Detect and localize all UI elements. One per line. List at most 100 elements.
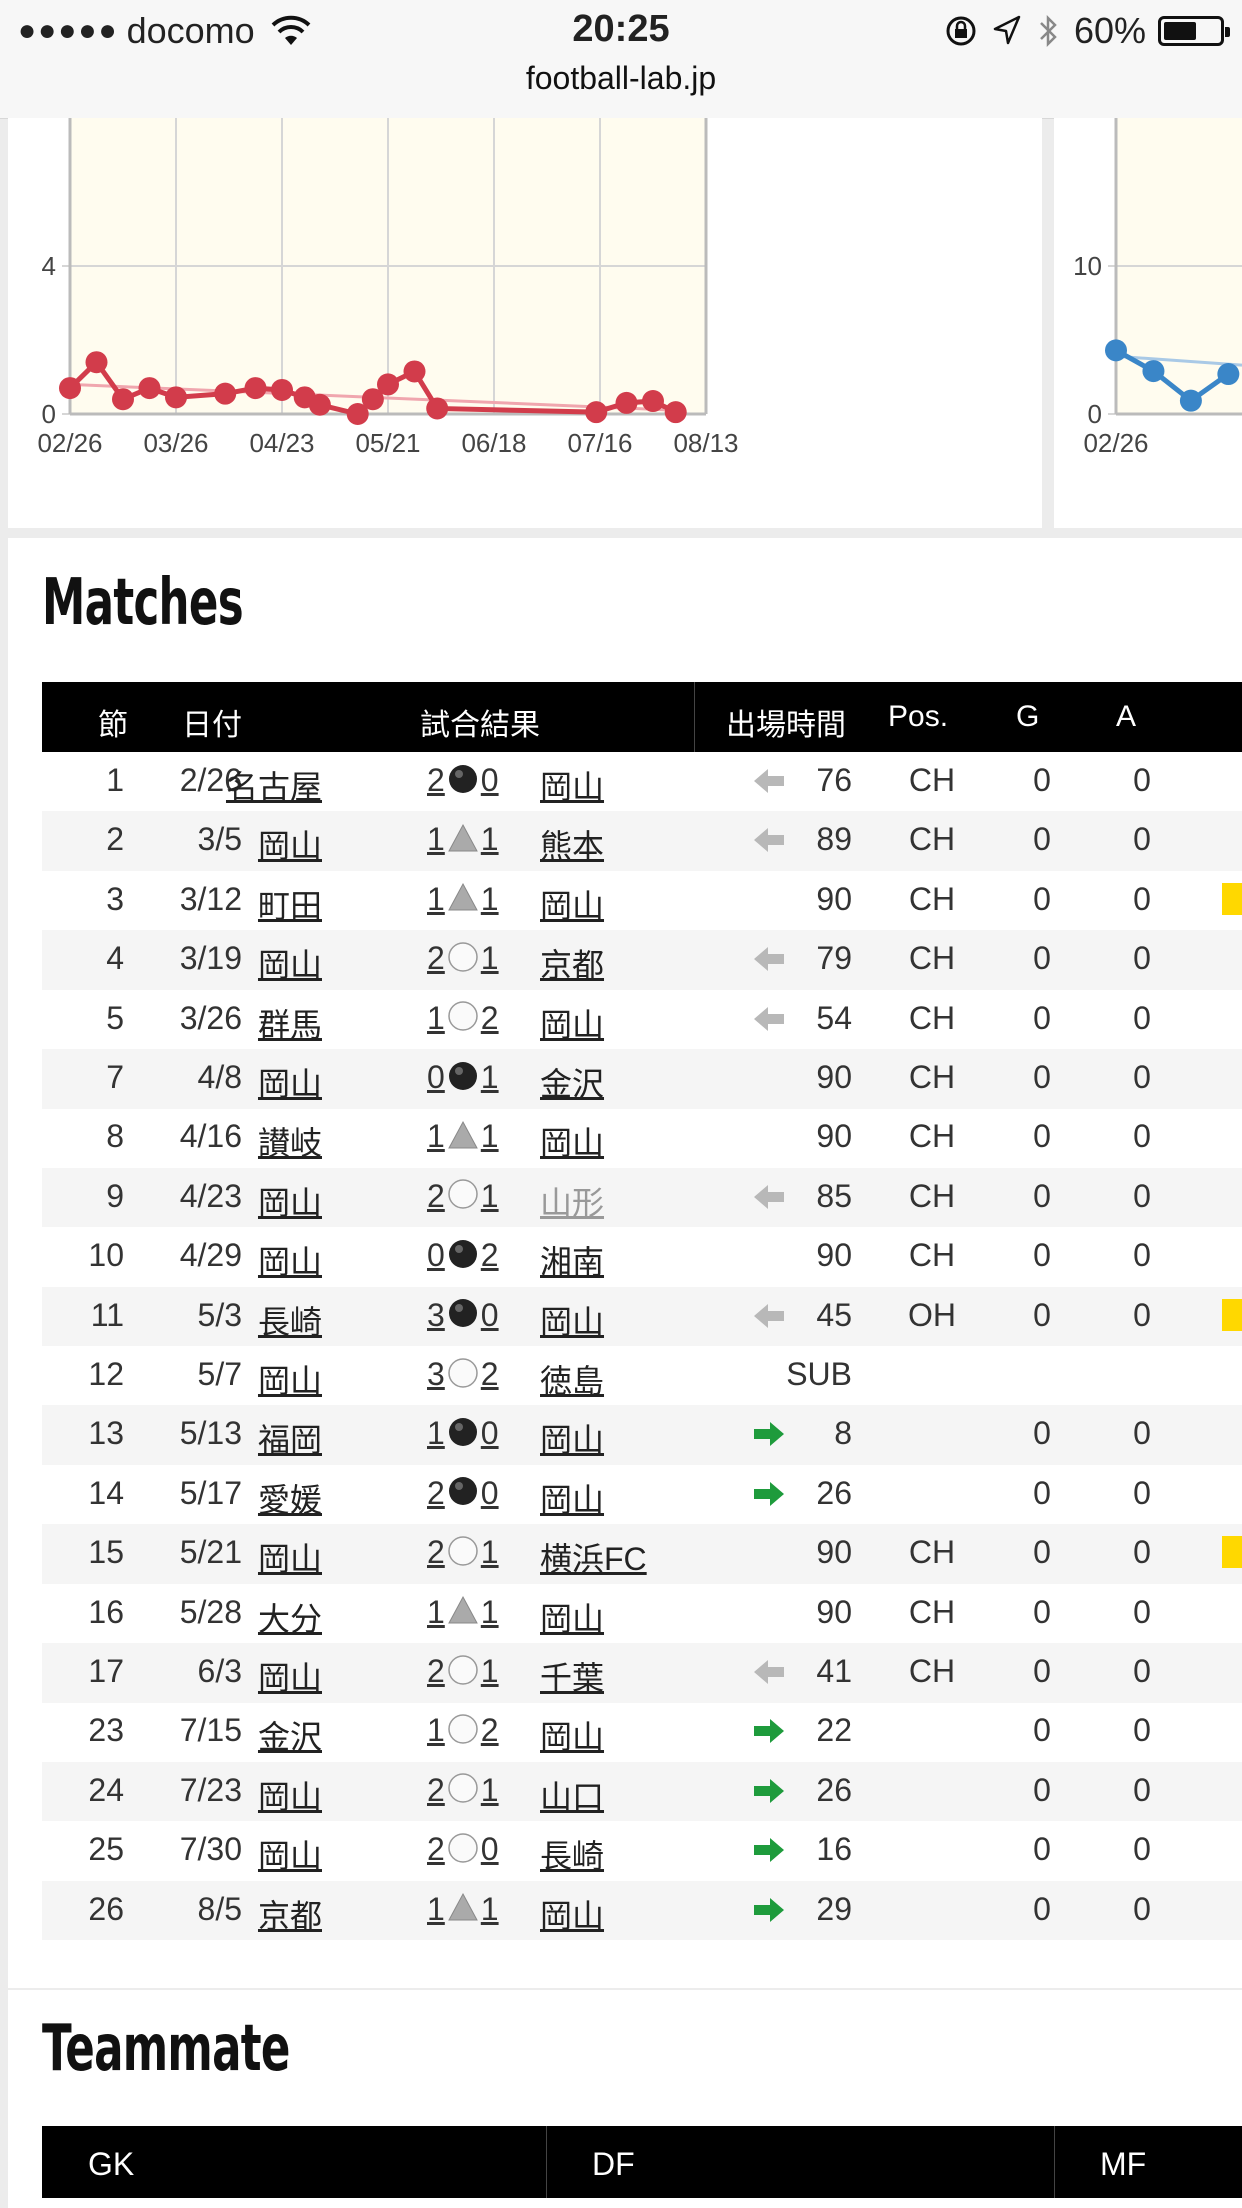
away-team-link[interactable]: 岡山 — [540, 1594, 604, 1640]
away-score[interactable]: 0 — [481, 1475, 499, 1511]
home-team-link[interactable]: 愛媛 — [182, 1475, 322, 1521]
score[interactable]: 20 — [427, 762, 527, 799]
score[interactable]: 20 — [427, 1831, 527, 1868]
away-score[interactable]: 1 — [481, 821, 499, 857]
home-score[interactable]: 2 — [427, 1831, 445, 1867]
home-team-link[interactable]: 岡山 — [182, 1059, 322, 1105]
away-score[interactable]: 1 — [481, 1534, 499, 1570]
home-score[interactable]: 2 — [427, 1772, 445, 1808]
score[interactable]: 21 — [427, 1653, 527, 1690]
away-team-link[interactable]: 山口 — [540, 1772, 604, 1818]
score[interactable]: 11 — [427, 1118, 527, 1155]
score[interactable]: 01 — [427, 1059, 527, 1096]
score[interactable]: 30 — [427, 1297, 527, 1334]
home-score[interactable]: 2 — [427, 1653, 445, 1689]
away-team-link[interactable]: 岡山 — [540, 1475, 604, 1521]
away-score[interactable]: 1 — [481, 940, 499, 976]
away-team-link[interactable]: 岡山 — [540, 1415, 604, 1461]
home-team-link[interactable]: 長崎 — [182, 1297, 322, 1343]
home-team-link[interactable]: 讃岐 — [182, 1118, 322, 1164]
home-team-link[interactable]: 岡山 — [182, 940, 322, 986]
score[interactable]: 10 — [427, 1415, 527, 1452]
score[interactable]: 11 — [427, 821, 527, 858]
away-team-link[interactable]: 岡山 — [540, 762, 604, 808]
away-team-link[interactable]: 山形 — [540, 1178, 604, 1224]
away-score[interactable]: 0 — [481, 1831, 499, 1867]
score[interactable]: 21 — [427, 1178, 527, 1215]
home-score[interactable]: 3 — [427, 1297, 445, 1333]
home-score[interactable]: 2 — [427, 1178, 445, 1214]
home-score[interactable]: 3 — [427, 1356, 445, 1392]
score[interactable]: 20 — [427, 1475, 527, 1512]
away-team-link[interactable]: 岡山 — [540, 1000, 604, 1046]
score[interactable]: 32 — [427, 1356, 527, 1393]
away-team-link[interactable]: 金沢 — [540, 1059, 604, 1105]
score[interactable]: 21 — [427, 1772, 527, 1809]
away-score[interactable]: 1 — [481, 1891, 499, 1927]
home-team-link[interactable]: 岡山 — [182, 1237, 322, 1283]
away-score[interactable]: 1 — [481, 1059, 499, 1095]
away-team-link[interactable]: 長崎 — [540, 1831, 604, 1877]
score[interactable]: 21 — [427, 940, 527, 977]
away-team-link[interactable]: 岡山 — [540, 1712, 604, 1758]
home-score[interactable]: 1 — [427, 1712, 445, 1748]
home-team-link[interactable]: 福岡 — [182, 1415, 322, 1461]
home-score[interactable]: 1 — [427, 1000, 445, 1036]
teammate-header-df[interactable]: DF — [592, 2146, 635, 2183]
score[interactable]: 21 — [427, 1534, 527, 1571]
home-team-link[interactable]: 岡山 — [182, 1831, 322, 1877]
teammate-header-mf[interactable]: MF — [1100, 2146, 1146, 2183]
away-score[interactable]: 0 — [481, 762, 499, 798]
away-score[interactable]: 1 — [481, 1118, 499, 1154]
teammate-header-gk[interactable]: GK — [88, 2146, 134, 2183]
score[interactable]: 12 — [427, 1712, 527, 1749]
home-team-link[interactable]: 岡山 — [182, 1356, 322, 1402]
away-score[interactable]: 2 — [481, 1712, 499, 1748]
home-score[interactable]: 2 — [427, 940, 445, 976]
away-team-link[interactable]: 岡山 — [540, 1297, 604, 1343]
away-team-link[interactable]: 千葉 — [540, 1653, 604, 1699]
away-score[interactable]: 2 — [481, 1000, 499, 1036]
home-score[interactable]: 0 — [427, 1237, 445, 1273]
away-team-link[interactable]: 岡山 — [540, 1891, 604, 1937]
away-team-link[interactable]: 岡山 — [540, 881, 604, 927]
url-bar[interactable]: football-lab.jp — [0, 60, 1242, 97]
away-score[interactable]: 0 — [481, 1297, 499, 1333]
home-score[interactable]: 1 — [427, 1891, 445, 1927]
away-score[interactable]: 1 — [481, 1653, 499, 1689]
home-team-link[interactable]: 群馬 — [182, 1000, 322, 1046]
home-team-link[interactable]: 岡山 — [182, 1178, 322, 1224]
home-score[interactable]: 2 — [427, 1534, 445, 1570]
home-score[interactable]: 1 — [427, 1594, 445, 1630]
away-team-link[interactable]: 湘南 — [540, 1237, 604, 1283]
away-score[interactable]: 1 — [481, 1594, 499, 1630]
score[interactable]: 11 — [427, 1594, 527, 1631]
home-score[interactable]: 0 — [427, 1059, 445, 1095]
score[interactable]: 11 — [427, 1891, 527, 1928]
home-score[interactable]: 1 — [427, 821, 445, 857]
home-team-link[interactable]: 大分 — [182, 1594, 322, 1640]
away-score[interactable]: 0 — [481, 1415, 499, 1451]
home-score[interactable]: 2 — [427, 762, 445, 798]
home-score[interactable]: 1 — [427, 1415, 445, 1451]
home-score[interactable]: 1 — [427, 1118, 445, 1154]
away-score[interactable]: 2 — [481, 1356, 499, 1392]
away-team-link[interactable]: 横浜FC — [540, 1534, 647, 1580]
away-team-link[interactable]: 京都 — [540, 940, 604, 986]
home-team-link[interactable]: 岡山 — [182, 1653, 322, 1699]
away-score[interactable]: 1 — [481, 1178, 499, 1214]
away-team-link[interactable]: 岡山 — [540, 1118, 604, 1164]
away-score[interactable]: 1 — [481, 881, 499, 917]
home-score[interactable]: 2 — [427, 1475, 445, 1511]
score[interactable]: 12 — [427, 1000, 527, 1037]
away-team-link[interactable]: 徳島 — [540, 1356, 604, 1402]
home-team-link[interactable]: 京都 — [182, 1891, 322, 1937]
score[interactable]: 11 — [427, 881, 527, 918]
away-score[interactable]: 1 — [481, 1772, 499, 1808]
home-team-link[interactable]: 名古屋 — [182, 762, 322, 808]
home-score[interactable]: 1 — [427, 881, 445, 917]
home-team-link[interactable]: 町田 — [182, 881, 322, 927]
home-team-link[interactable]: 岡山 — [182, 1772, 322, 1818]
home-team-link[interactable]: 岡山 — [182, 821, 322, 867]
away-team-link[interactable]: 熊本 — [540, 821, 604, 867]
